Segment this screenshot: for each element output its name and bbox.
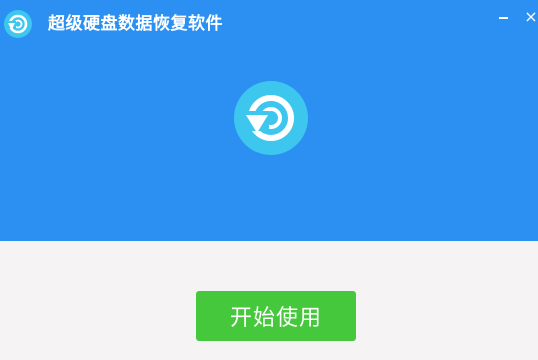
app-title: 超级硬盘数据恢复软件 [48,14,223,34]
header-banner: 超级硬盘数据恢复软件 × [0,0,538,241]
app-window: 超级硬盘数据恢复软件 × 开始使用 [0,0,538,360]
minimize-button[interactable] [492,7,514,27]
restore-icon [4,10,32,38]
close-button[interactable]: × [520,7,538,27]
content-area: 开始使用 [0,241,538,360]
close-icon: × [524,7,538,26]
start-button[interactable]: 开始使用 [196,291,356,341]
minimize-icon [498,17,508,19]
restore-logo-icon [234,81,308,155]
